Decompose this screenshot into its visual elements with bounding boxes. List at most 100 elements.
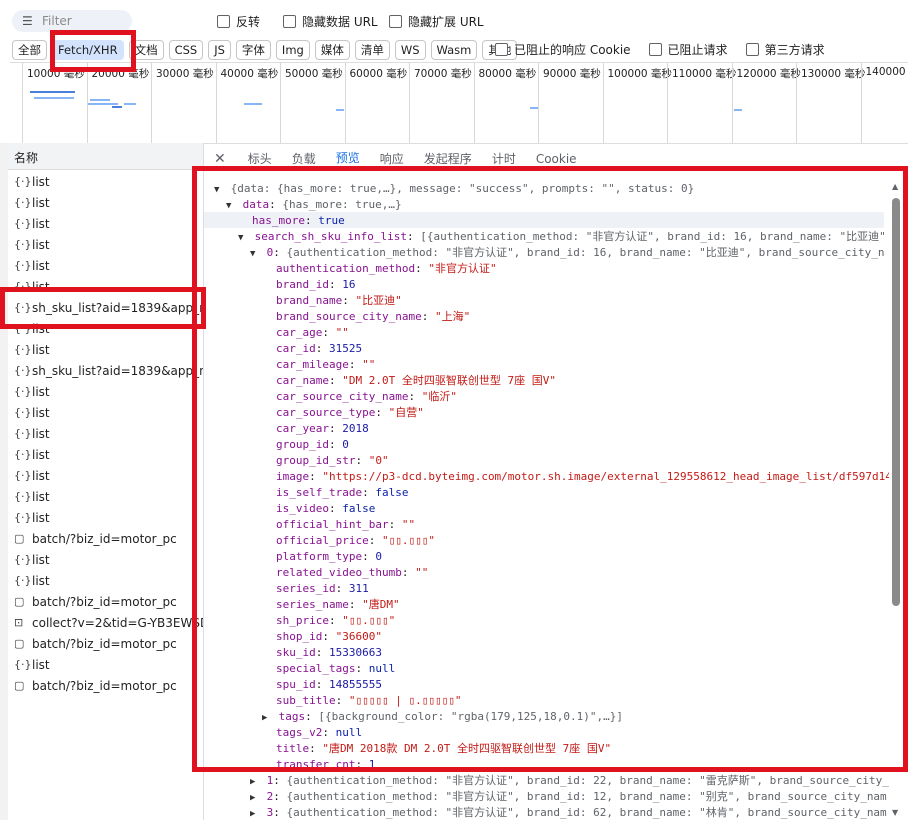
xhr-icon: {·} (14, 175, 32, 188)
xhr-icon: {·} (14, 469, 32, 482)
xhr-icon: {·} (14, 574, 32, 587)
close-icon[interactable]: ✕ (204, 151, 238, 167)
hide-data-url-label: 隐藏数据 URL (302, 15, 378, 29)
third-party-checkbox[interactable]: 第三方请求 (745, 41, 825, 58)
hide-ext-url-checkbox[interactable]: 隐藏扩展 URL (389, 13, 484, 30)
request-name: sh_sku_list?aid=1839&app_na... (32, 363, 203, 378)
annotation-box-sku-request (0, 287, 206, 329)
blocked-requests-checkbox[interactable]: 已阻止请求 (648, 41, 728, 58)
timeline-tick: 80000 毫秒 (473, 63, 536, 143)
request-row[interactable]: {·} list (8, 171, 203, 192)
checkbox-box[interactable] (389, 15, 402, 28)
checkbox-box[interactable] (745, 43, 759, 56)
request-row[interactable]: {·} list (8, 444, 203, 465)
filter-chip[interactable]: Wasm (430, 40, 478, 60)
item-index: 1 (266, 774, 274, 787)
network-timeline[interactable]: 10000 毫秒 20000 毫秒 30000 毫秒 40000 毫秒 50000 毫秒… (10, 62, 908, 144)
name-column-header[interactable]: 名称 (8, 143, 203, 170)
request-row[interactable]: {·} list (8, 234, 203, 255)
third-party-label: 第三方请求 (764, 43, 825, 57)
expand-triangle-icon[interactable]: ▶ (250, 774, 260, 789)
timeline-tick: 100000 毫秒 (602, 63, 672, 143)
invert-label: 反转 (236, 15, 261, 29)
request-row[interactable]: ▢ batch/?biz_id=motor_pc (8, 591, 203, 612)
document-icon: ▢ (14, 637, 25, 650)
filter-chip[interactable]: 全部 (12, 40, 47, 60)
request-row[interactable]: {·} list (8, 549, 203, 570)
filter-placeholder: Filter (42, 14, 72, 28)
filter-input[interactable]: ☰ Filter (12, 10, 132, 32)
filter-chip[interactable]: 清单 (354, 40, 390, 60)
timeline-bar (112, 106, 122, 108)
timeline-bar (90, 99, 110, 101)
timeline-bar (530, 107, 538, 109)
request-row[interactable]: {·} list (8, 486, 203, 507)
checkbox-box[interactable] (217, 15, 230, 28)
timeline-tick-label: 30000 毫秒 (156, 68, 214, 80)
checkbox-box[interactable] (283, 15, 296, 28)
request-name: collect?v=2&tid=G-YB3EWSD... (32, 615, 203, 630)
request-name: list (32, 468, 50, 483)
request-row[interactable]: ⊡ collect?v=2&tid=G-YB3EWSD... (8, 612, 203, 633)
timeline-bar (124, 103, 136, 105)
request-row[interactable]: ▢ batch/?biz_id=motor_pc (8, 633, 203, 654)
xhr-icon: {·} (14, 448, 32, 461)
filter-chip[interactable]: WS (394, 40, 426, 60)
filter-chip[interactable]: 媒体 (314, 40, 350, 60)
tree-item[interactable]: ▶ 1: {authentication_method: "非官方认证", br… (204, 773, 889, 789)
request-row[interactable]: {·} list (8, 402, 203, 423)
timeline-tick-label: 130000 毫秒 (801, 68, 866, 80)
document-icon: ▢ (14, 679, 25, 692)
request-name: list (32, 426, 50, 441)
item-summary: {authentication_method: "非官方认证", brand_i… (286, 806, 887, 819)
name-column-label: 名称 (14, 151, 39, 165)
tree-item[interactable]: ▶ 3: {authentication_method: "非官方认证", br… (204, 805, 889, 821)
xhr-icon: {·} (14, 490, 32, 503)
expand-triangle-icon[interactable]: ▶ (250, 806, 260, 821)
xhr-icon: {·} (14, 385, 32, 398)
request-row[interactable]: ▢ batch/?biz_id=motor_pc (8, 675, 203, 696)
timeline-bar (34, 97, 74, 99)
request-row[interactable]: {·} list (8, 465, 203, 486)
expand-triangle-icon[interactable]: ▶ (250, 790, 260, 805)
request-row[interactable]: {·} list (8, 423, 203, 444)
request-row[interactable]: {·} list (8, 339, 203, 360)
request-name: list (32, 573, 50, 588)
request-row[interactable]: {·}sh_sku_list?aid=1839&app_na... (8, 360, 203, 381)
request-row[interactable]: {·} list (8, 213, 203, 234)
xhr-icon: {·} (14, 364, 32, 377)
request-name: list (32, 405, 50, 420)
filter-icon: ☰ (22, 14, 33, 28)
xhr-icon: {·} (14, 259, 32, 272)
timeline-tick: 90000 毫秒 (538, 63, 601, 143)
hide-data-url-checkbox[interactable]: 隐藏数据 URL (283, 13, 378, 30)
filter-chip[interactable]: 字体 (235, 40, 271, 60)
checkbox-box[interactable] (648, 43, 662, 56)
request-row[interactable]: {·} list (8, 192, 203, 213)
filter-chip[interactable]: CSS (168, 40, 204, 60)
request-name: list (32, 174, 50, 189)
item-index: 3 (266, 806, 274, 819)
timeline-tick: 10000 毫秒 (22, 63, 85, 143)
timeline-tick: 60000 毫秒 (344, 63, 407, 143)
timeline-tick-label: 90000 毫秒 (543, 68, 601, 80)
blocked-cookies-checkbox[interactable]: 已阻止的响应 Cookie (495, 41, 631, 58)
request-row[interactable]: {·} list (8, 507, 203, 528)
scroll-down-icon[interactable]: ▼ (892, 808, 898, 817)
request-row[interactable]: {·} list (8, 654, 203, 675)
timeline-tick: 50000 毫秒 (280, 63, 343, 143)
xhr-icon: {·} (14, 196, 32, 209)
filter-chip[interactable]: JS (208, 40, 231, 60)
filter-chip[interactable]: Img (275, 40, 310, 60)
invert-checkbox[interactable]: 反转 (217, 13, 260, 30)
tree-item[interactable]: ▶ 2: {authentication_method: "非官方认证", br… (204, 789, 889, 805)
item-summary: {authentication_method: "非官方认证", brand_i… (286, 774, 889, 787)
request-row[interactable]: ▢ batch/?biz_id=motor_pc (8, 528, 203, 549)
checkbox-box[interactable] (495, 43, 508, 56)
request-row[interactable]: {·} list (8, 570, 203, 591)
request-row[interactable]: {·} list (8, 381, 203, 402)
request-name: list (32, 342, 50, 357)
timeline-bar (88, 103, 118, 105)
request-row[interactable]: {·} list (8, 255, 203, 276)
timeline-tick-label: 40000 毫秒 (220, 68, 279, 80)
